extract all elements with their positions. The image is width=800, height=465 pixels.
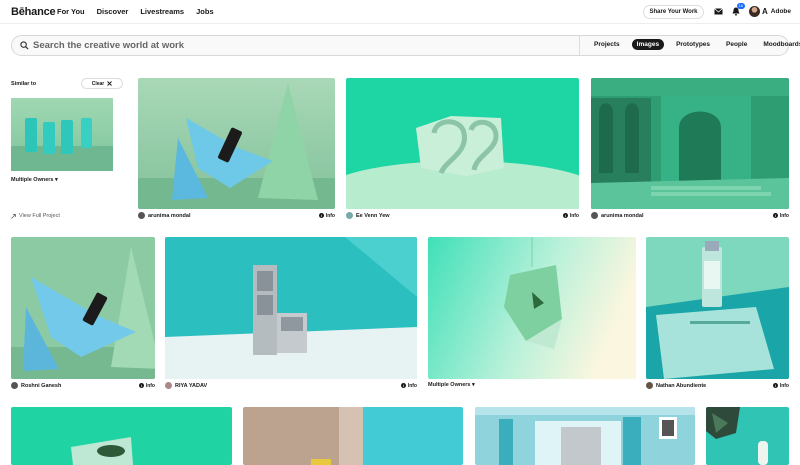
info-icon: i [772,213,778,218]
card-meta: arunima mondal i Info [591,212,789,219]
filter-images[interactable]: Images [631,39,665,50]
card-meta: RIYA YADAV i Info [165,382,417,389]
close-icon [107,81,113,86]
owner-avatar[interactable] [346,212,353,219]
card-meta: Multiple Owners ▾ [428,382,636,388]
adobe-label: Adobe [770,8,792,15]
notification-count-badge: 16 [736,2,745,9]
info-label: Info [779,382,789,389]
main-nav: For You Discover Livestreams Jobs [57,7,214,16]
filter-moodboards[interactable]: Moodboards [759,39,800,50]
similar-source-thumbnail[interactable] [11,98,113,171]
info-icon: i [400,383,406,388]
card-meta: Ee Venn Yew i Info [346,212,579,219]
info-icon: i [772,383,778,388]
similar-to-label: Similar to [11,81,37,87]
search-icon [20,41,29,50]
image-thumbnail[interactable] [165,237,417,379]
owner-avatar[interactable] [11,382,18,389]
image-card[interactable] [706,407,789,465]
image-card[interactable]: arunima mondal i Info [138,78,335,223]
info-label: Info [325,212,335,219]
info-button[interactable]: i Info [400,382,417,389]
image-thumbnail[interactable] [346,78,579,209]
image-card[interactable] [243,407,463,465]
owner-avatar[interactable] [138,212,145,219]
owner-name[interactable]: arunima mondal [601,213,643,219]
info-button[interactable]: i Info [772,382,789,389]
info-label: Info [145,382,155,389]
owner-name[interactable]: Ee Venn Yew [356,213,390,219]
search-filters: Projects Images Prototypes People Moodbo… [590,39,800,50]
behance-logo[interactable]: Bēhance [11,6,56,18]
filter-projects[interactable]: Projects [590,39,624,50]
owner-name[interactable]: RIYA YADAV [175,383,207,389]
nav-jobs[interactable]: Jobs [196,7,214,16]
search-bar: Projects Images Prototypes People Moodbo… [11,35,800,56]
user-avatar[interactable] [749,6,760,17]
search-input[interactable] [33,39,573,52]
notification-bell-icon[interactable]: 16 [731,2,745,17]
clear-label: Clear [91,80,105,87]
image-thumbnail[interactable] [591,78,789,209]
owner-name[interactable]: Roshni Ganesh [21,383,61,389]
card-meta: arunima mondal i Info [138,212,335,219]
view-full-project-link[interactable]: View Full Project [11,213,60,219]
filter-people[interactable]: People [722,39,751,50]
filter-prototypes[interactable]: Prototypes [672,39,714,50]
owner-avatar[interactable] [591,212,598,219]
adobe-logo-icon: A [762,7,768,16]
info-button[interactable]: i Info [138,382,155,389]
image-card[interactable]: Ee Venn Yew i Info [346,78,579,223]
share-your-work-button[interactable]: Share Your Work [643,5,704,19]
multiple-owners-dropdown[interactable]: Multiple Owners ▾ [11,177,58,183]
image-thumbnail[interactable] [11,407,232,465]
card-meta: Nathan Abundiente i Info [646,382,789,389]
info-icon: i [138,383,144,388]
top-bar: Bēhance For You Discover Livestreams Job… [0,0,800,24]
search-divider [579,36,580,55]
nav-livestreams[interactable]: Livestreams [140,7,184,16]
card-meta: Roshni Ganesh i Info [11,382,155,389]
owner-name[interactable]: Nathan Abundiente [656,383,706,389]
nav-for-you[interactable]: For You [57,7,85,16]
image-card[interactable]: RIYA YADAV i Info [165,237,417,392]
image-card[interactable] [475,407,695,465]
owner-avatar[interactable] [646,382,653,389]
image-thumbnail[interactable] [138,78,335,209]
info-label: Info [569,212,579,219]
mail-icon[interactable] [713,7,723,17]
image-card[interactable]: arunima mondal i Info [591,78,789,223]
image-thumbnail[interactable] [11,237,155,379]
image-card[interactable]: Nathan Abundiente i Info [646,237,789,392]
info-button[interactable]: i Info [772,212,789,219]
external-link-icon [11,213,16,219]
view-full-project-label: View Full Project [19,213,60,219]
owner-avatar[interactable] [165,382,172,389]
owner-name[interactable]: arunima mondal [148,213,190,219]
info-label: Info [779,212,789,219]
image-thumbnail[interactable] [428,237,636,379]
image-thumbnail[interactable] [243,407,463,465]
clear-button[interactable]: Clear [81,78,123,89]
info-icon: i [562,213,568,218]
image-card[interactable]: Roshni Ganesh i Info [11,237,155,392]
image-thumbnail[interactable] [706,407,789,465]
info-button[interactable]: i Info [318,212,335,219]
image-card[interactable]: Multiple Owners ▾ [428,237,636,392]
image-card[interactable] [11,407,232,465]
nav-discover[interactable]: Discover [97,7,129,16]
info-icon: i [318,213,324,218]
info-button[interactable]: i Info [562,212,579,219]
multiple-owners-dropdown[interactable]: Multiple Owners ▾ [428,382,475,388]
image-thumbnail[interactable] [646,237,789,379]
adobe-link[interactable]: A Adobe [762,7,791,16]
info-label: Info [407,382,417,389]
image-thumbnail[interactable] [475,407,695,465]
